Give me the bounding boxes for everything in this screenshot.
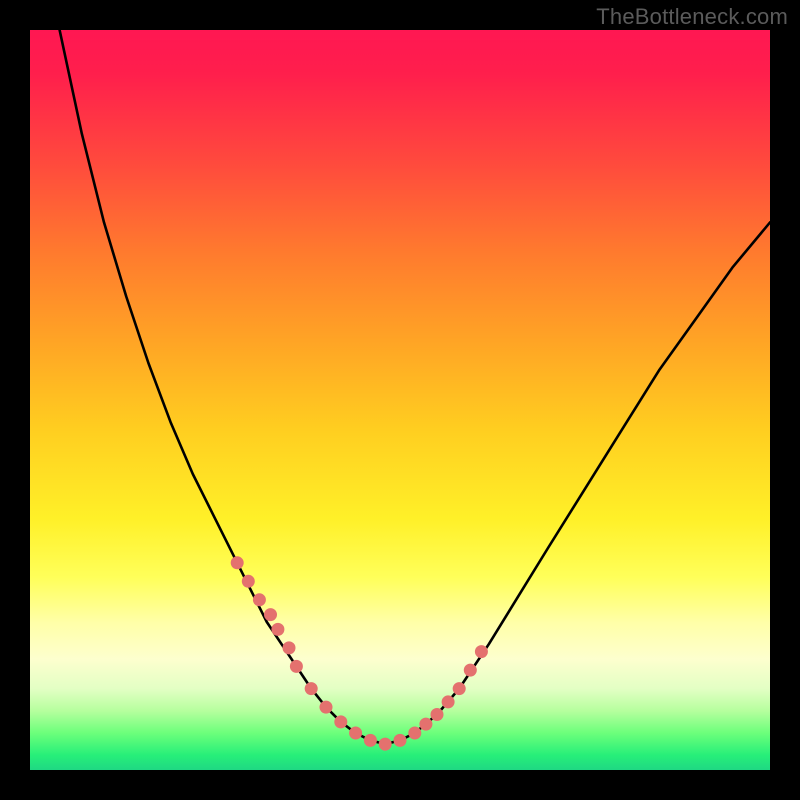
highlight-dot (264, 608, 277, 621)
highlight-dot (464, 664, 477, 677)
highlight-dot (364, 734, 377, 747)
highlight-dot (290, 660, 303, 673)
highlight-dot (349, 727, 362, 740)
highlight-dot (419, 718, 432, 731)
chart-frame: TheBottleneck.com (0, 0, 800, 800)
highlight-dot (271, 623, 284, 636)
highlight-dot (231, 556, 244, 569)
highlight-dot (334, 715, 347, 728)
highlight-dot (453, 682, 466, 695)
highlight-dot (408, 727, 421, 740)
highlight-dot (475, 645, 488, 658)
chart-overlay (30, 30, 770, 770)
highlight-dots-group (231, 556, 488, 750)
highlight-dot (320, 701, 333, 714)
watermark-label: TheBottleneck.com (596, 4, 788, 30)
highlight-dot (431, 708, 444, 721)
highlight-dot (379, 738, 392, 751)
highlight-dot (242, 575, 255, 588)
highlight-dot (394, 734, 407, 747)
highlight-dot (442, 695, 455, 708)
plot-area (30, 30, 770, 770)
bottleneck-curve (60, 30, 770, 744)
highlight-dot (305, 682, 318, 695)
highlight-dot (283, 641, 296, 654)
highlight-dot (253, 593, 266, 606)
